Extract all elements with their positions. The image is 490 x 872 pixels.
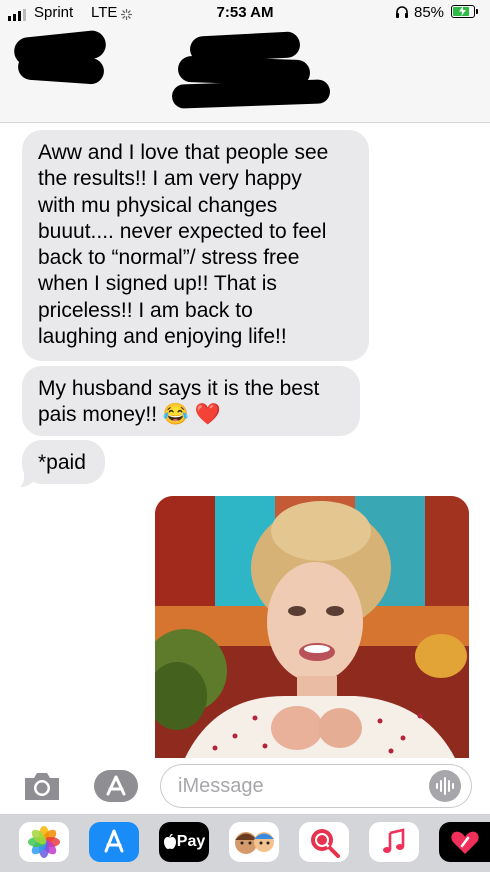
- battery-charging-icon: [451, 5, 475, 18]
- app-apple-pay[interactable]: Pay: [159, 822, 209, 862]
- app-store-button[interactable]: [93, 769, 139, 803]
- battery-percent: 85%: [414, 4, 445, 21]
- audio-waveform-icon: [436, 777, 454, 795]
- memoji-icon: [235, 832, 274, 854]
- audio-message-button[interactable]: [429, 770, 461, 802]
- camera-icon[interactable]: [22, 770, 62, 802]
- music-note-icon: [383, 828, 405, 853]
- redaction-mark-right-3: [171, 79, 331, 109]
- photos-icon: [28, 826, 60, 858]
- status-bar: Sprint LTE 7:53 AM 85%: [0, 0, 490, 26]
- globe-search-icon: [311, 829, 340, 858]
- app-music[interactable]: [369, 822, 419, 862]
- headphones-icon: [396, 6, 408, 18]
- message-bubble[interactable]: *paid: [22, 440, 105, 484]
- conversation-header[interactable]: [0, 26, 490, 123]
- app-image-search[interactable]: [299, 822, 349, 862]
- redaction-mark-left-2: [17, 53, 105, 85]
- message-bubble[interactable]: Aww and I love that people see the resul…: [22, 130, 369, 361]
- gif-attachment[interactable]: [155, 496, 469, 758]
- message-bubble[interactable]: My husband says it is the best pais mone…: [22, 366, 360, 436]
- app-photos[interactable]: [19, 822, 69, 862]
- app-app-store[interactable]: [89, 822, 139, 862]
- bubble-tail-mask: [4, 458, 24, 490]
- app-digital-touch[interactable]: [439, 822, 490, 862]
- app-store-icon: [104, 829, 124, 853]
- app-memoji[interactable]: [229, 822, 279, 862]
- app-store-icon: [94, 770, 138, 802]
- heart-touch-icon: [450, 831, 479, 854]
- message-input-placeholder: iMessage: [178, 775, 264, 797]
- apple-pay-icon: [163, 834, 176, 849]
- animated-gif-image: [155, 496, 469, 758]
- apple-pay-label: Pay: [176, 833, 206, 850]
- battery-cap: [476, 9, 478, 14]
